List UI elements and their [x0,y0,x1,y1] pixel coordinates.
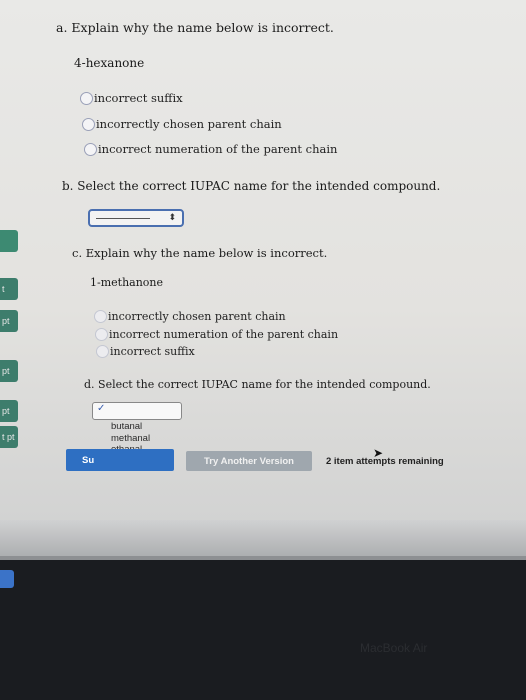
dropdown-option-butanal[interactable]: butanal [111,421,150,433]
radio-icon[interactable] [95,328,108,341]
select-placeholder-line [96,217,151,219]
option-label: incorrect numeration of the parent chain [98,142,338,156]
check-icon: ✓ [97,403,106,414]
question-d-select[interactable]: ✓ [92,402,182,420]
submit-label: Su [82,454,95,466]
question-b-title: b. Select the correct IUPAC name for the… [62,179,441,193]
option-label: incorrect suffix [110,345,195,358]
question-b-select[interactable]: ⬍ [88,209,184,227]
question-c-option-2[interactable]: incorrect numeration of the parent chain [95,328,338,341]
radio-icon[interactable] [84,142,97,156]
radio-icon[interactable] [82,117,95,131]
question-c-option-3[interactable]: incorrect suffix [96,345,195,358]
question-a-option-1[interactable]: incorrect suffix [80,91,183,105]
select-arrows-icon: ⬍ [168,213,176,223]
attempts-remaining-text: 2 item attempts remaining [326,456,444,467]
question-a-option-3[interactable]: incorrect numeration of the parent chain [84,142,337,156]
radio-icon[interactable] [80,91,93,105]
radio-icon[interactable] [94,310,107,323]
try-another-version-button[interactable]: Try Another Version [186,451,312,471]
question-a-title: a. Explain why the name below is incorre… [56,20,334,35]
question-c-compound: 1-methanone [90,276,164,289]
submit-button[interactable]: Su [66,449,174,471]
question-c-title: c. Explain why the name below is incorre… [72,246,328,260]
mouse-cursor-icon: ➤ [373,446,384,460]
question-a-option-2[interactable]: incorrectly chosen parent chain [82,117,282,131]
laptop-brand-label: MacBook Air [360,641,428,655]
browser-screen: t pt pt pt t pt a. Explain why the name … [0,0,526,560]
question-d-title: d. Select the correct IUPAC name for the… [84,378,431,391]
page-footer-band [0,520,526,560]
radio-icon[interactable] [96,345,109,358]
try-another-label: Try Another Version [204,455,294,467]
quiz-content: a. Explain why the name below is incorre… [0,0,526,560]
option-label: incorrectly chosen parent chain [108,310,286,323]
footer-divider [0,556,526,560]
bottom-side-tab[interactable] [0,570,14,588]
question-a-compound: 4-hexanone [74,56,145,70]
question-c-option-1[interactable]: incorrectly chosen parent chain [94,310,286,323]
option-label: incorrect suffix [94,91,183,105]
option-label: incorrect numeration of the parent chain [109,328,339,341]
dropdown-option-methanal[interactable]: methanal [111,433,150,445]
option-label: incorrectly chosen parent chain [96,117,282,131]
